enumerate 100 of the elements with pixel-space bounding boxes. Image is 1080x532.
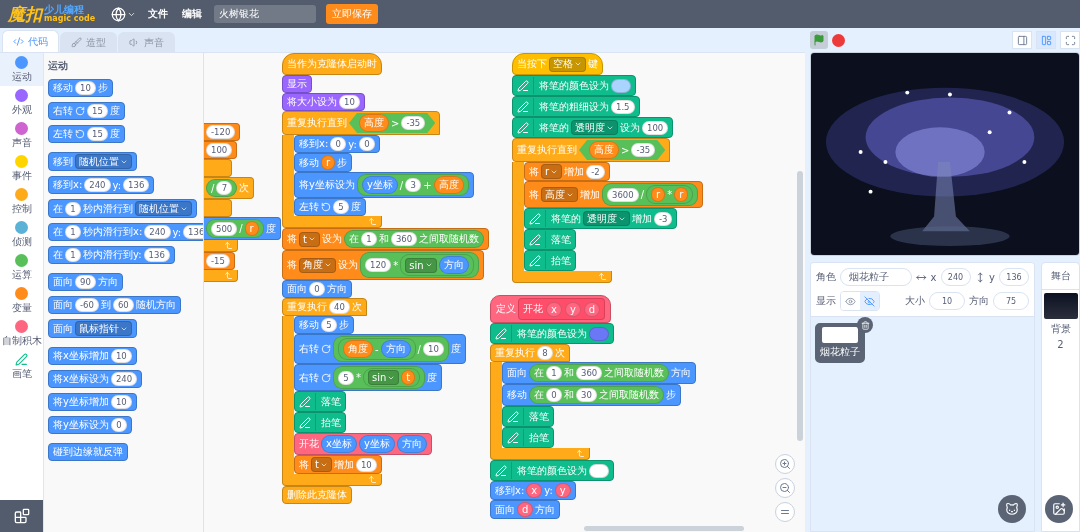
- backdrop-thumbnail[interactable]: [1043, 293, 1078, 319]
- operator-reporter[interactable]: y坐标 / 3 + 高度: [356, 174, 469, 196]
- operator-reporter[interactable]: 角度 - 方向 / 10: [333, 336, 449, 362]
- code-block[interactable]: 面向 在 1 和 360 之间取随机数 方向: [502, 362, 697, 384]
- condition-reporter[interactable]: 高度 > -35: [349, 113, 436, 133]
- code-block[interactable]: 500 / r 度: [204, 217, 281, 240]
- number-input[interactable]: 1: [65, 248, 81, 262]
- loop-block[interactable]: 重复执行 40 次: [282, 298, 367, 316]
- number-input[interactable]: 100: [206, 143, 233, 157]
- code-block[interactable]: 右转 5 * sin t 度: [294, 364, 443, 391]
- number-input[interactable]: 1: [65, 201, 81, 216]
- code-block[interactable]: 将 角度 设为 120 * sin 方向: [282, 250, 484, 280]
- loop-block[interactable]: 重复执行直到 高度 > -35: [512, 138, 671, 162]
- y-field[interactable]: 136: [999, 268, 1029, 286]
- operator-reporter[interactable]: 500 / r: [206, 219, 264, 238]
- number-input[interactable]: 1.5: [611, 99, 635, 114]
- loop-block[interactable]: 重复执行直到 高度 > -35: [282, 111, 441, 135]
- direction-field[interactable]: 75: [993, 292, 1029, 310]
- sprite-name-field[interactable]: 烟花粒子: [840, 268, 912, 286]
- number-input[interactable]: 360: [576, 366, 603, 380]
- code-block[interactable]: 移到 随机位置: [48, 152, 137, 171]
- code-block[interactable]: 将笔的 透明度 增加 -3: [524, 208, 678, 229]
- number-input[interactable]: 10: [75, 81, 96, 95]
- number-input[interactable]: 15: [87, 127, 108, 141]
- operator-reporter[interactable]: 3600 / r * r: [602, 183, 699, 206]
- number-input[interactable]: 1: [360, 232, 377, 246]
- dropdown-menu[interactable]: r: [541, 164, 563, 179]
- number-input[interactable]: -3: [654, 211, 673, 226]
- number-input[interactable]: 3: [405, 178, 422, 192]
- dropdown-menu[interactable]: 随机位置: [135, 201, 192, 216]
- dropdown-menu[interactable]: 高度: [541, 187, 578, 202]
- number-input[interactable]: -15: [206, 254, 230, 268]
- code-block[interactable]: -120: [204, 123, 241, 141]
- number-input[interactable]: 136: [183, 225, 203, 239]
- code-block[interactable]: 移到x: 0 y: 0: [294, 135, 380, 153]
- fullscreen-button[interactable]: [1060, 31, 1080, 49]
- number-input[interactable]: 0: [110, 418, 127, 432]
- dropdown-menu[interactable]: t: [311, 457, 332, 472]
- number-input[interactable]: 10: [339, 95, 360, 109]
- code-block[interactable]: 将x坐标增加 10: [48, 347, 137, 365]
- code-block[interactable]: 在 1 秒内滑行到 随机位置: [48, 199, 197, 218]
- add-sprite-button[interactable]: [998, 495, 1026, 523]
- number-input[interactable]: 5: [333, 200, 349, 214]
- number-input[interactable]: -60: [75, 298, 99, 312]
- scrollbar[interactable]: [584, 526, 744, 531]
- number-input[interactable]: 0: [330, 137, 347, 151]
- run-flag-button[interactable]: [810, 31, 828, 49]
- operator-reporter[interactable]: / 7: [206, 179, 238, 197]
- number-input[interactable]: 136: [123, 178, 150, 192]
- code-block[interactable]: 在 1 秒内滑行到x: 240 y: 136: [48, 223, 203, 241]
- code-block[interactable]: -15: [204, 252, 235, 270]
- code-block[interactable]: 将 r 增加 -2: [524, 162, 610, 181]
- number-input[interactable]: 10: [110, 395, 132, 409]
- dropdown-menu[interactable]: sin: [405, 257, 437, 273]
- code-block[interactable]: 面向 0 方向: [282, 280, 352, 298]
- number-input[interactable]: 5: [338, 370, 354, 385]
- condition-reporter[interactable]: 高度 > -35: [579, 140, 666, 160]
- loop-block[interactable]: 重复执行 8 次: [490, 344, 570, 362]
- code-block[interactable]: 左转 15 度: [48, 125, 125, 143]
- dropdown-menu[interactable]: 透明度: [571, 120, 618, 135]
- number-input[interactable]: 5: [321, 318, 337, 332]
- size-field[interactable]: 10: [929, 292, 965, 310]
- scrollbar[interactable]: [797, 171, 803, 441]
- operator-reporter[interactable]: 120 * sin 方向: [360, 252, 479, 278]
- number-input[interactable]: 10: [355, 457, 377, 472]
- sprite-tile[interactable]: 烟花粒子: [815, 323, 865, 363]
- code-block[interactable]: / 7 次: [204, 177, 255, 199]
- color-swatch[interactable]: [611, 78, 631, 93]
- number-input[interactable]: 30: [576, 388, 597, 402]
- code-block[interactable]: 移动 10 步: [48, 79, 113, 97]
- visibility-button[interactable]: [860, 292, 879, 310]
- number-input[interactable]: 90: [75, 275, 96, 289]
- number-input[interactable]: 100: [642, 120, 669, 135]
- zoom-out-button[interactable]: [775, 478, 795, 498]
- operator-reporter[interactable]: 5 * sin t: [333, 366, 426, 389]
- language-button[interactable]: [111, 6, 137, 22]
- code-block[interactable]: 将 高度 增加 3600 / r * r: [524, 181, 704, 208]
- operator-reporter[interactable]: sin t: [363, 368, 421, 387]
- number-input[interactable]: 360: [390, 232, 418, 246]
- project-title-field[interactable]: 火树银花: [214, 5, 317, 23]
- extension-button[interactable]: [0, 500, 43, 532]
- stage-size-button[interactable]: [1012, 31, 1032, 49]
- stage-size-button[interactable]: [1036, 31, 1056, 49]
- number-input[interactable]: 0: [309, 282, 325, 296]
- zoom-in-button[interactable]: [775, 454, 795, 474]
- dropdown-menu[interactable]: t: [299, 231, 320, 247]
- number-input[interactable]: -2: [586, 164, 605, 179]
- code-block[interactable]: 100: [204, 141, 238, 159]
- number-input[interactable]: 0: [358, 137, 375, 151]
- code-block[interactable]: 将大小设为 10: [282, 93, 365, 111]
- code-block[interactable]: 右转 15 度: [48, 102, 125, 120]
- number-input[interactable]: 7: [216, 181, 233, 195]
- number-input[interactable]: 10: [110, 349, 132, 363]
- reset-zoom-button[interactable]: [775, 502, 795, 522]
- code-block[interactable]: 显示: [282, 75, 312, 93]
- dropdown-menu[interactable]: sin: [368, 370, 400, 385]
- operator-reporter[interactable]: 在 1 和 360 之间取随机数: [343, 230, 485, 248]
- code-block[interactable]: 将 t 增加 10: [294, 455, 382, 474]
- code-block[interactable]: 将笔的粗细设为 1.5: [512, 96, 640, 117]
- code-block[interactable]: 移到x: 240 y: 136: [48, 176, 155, 194]
